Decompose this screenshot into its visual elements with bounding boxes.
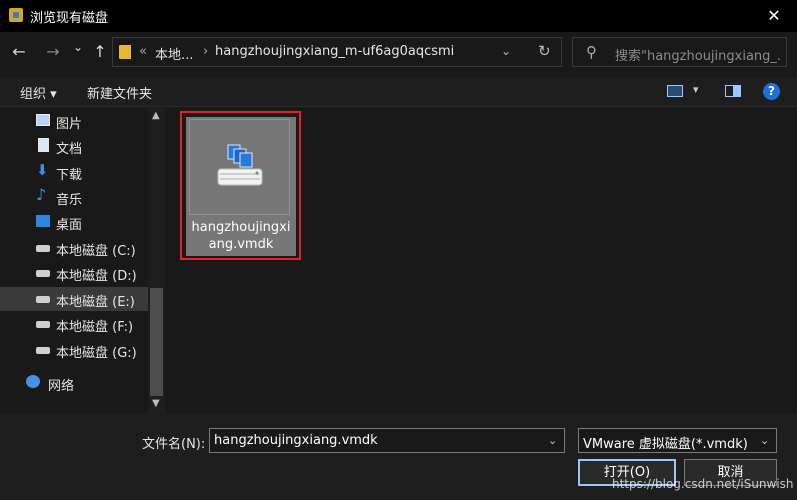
- breadcrumb-chevron-icon[interactable]: ›: [203, 44, 208, 59]
- sidebar-item-drive-f[interactable]: 本地磁盘 (F:): [0, 312, 148, 336]
- change-view-icon[interactable]: [667, 85, 683, 97]
- back-arrow-icon[interactable]: ←: [9, 42, 29, 61]
- filename-input[interactable]: hangzhoujingxiang.vmdk ⌄: [209, 428, 565, 453]
- download-icon: ⬇: [36, 161, 49, 179]
- sidebar-item-label: 音乐: [56, 193, 83, 208]
- vmware-disk-icon: [217, 144, 263, 186]
- scroll-down-icon[interactable]: ▼: [152, 398, 160, 409]
- pictures-icon: [36, 114, 50, 126]
- preview-pane-icon[interactable]: [725, 85, 741, 97]
- sidebar-item-drive-d[interactable]: 本地磁盘 (D:): [0, 261, 148, 285]
- recent-locations-icon[interactable]: ⌄: [68, 40, 88, 54]
- sidebar-item-label: 网络: [48, 379, 75, 394]
- sidebar-item-network[interactable]: 网络: [0, 371, 148, 395]
- system-drive-icon: [36, 245, 50, 252]
- sidebar-item-label: 下载: [56, 168, 83, 183]
- address-bar[interactable]: « 本地... › hangzhoujingxiang_m-uf6ag0aqcs…: [112, 37, 562, 67]
- refresh-icon[interactable]: ↻: [538, 42, 551, 60]
- title-bar: [0, 0, 797, 32]
- file-name-line1: hangzhoujingxi: [191, 220, 291, 235]
- file-name-line2: ang.vmdk: [208, 237, 274, 252]
- desktop-icon: [36, 215, 50, 227]
- up-arrow-icon[interactable]: ↑: [90, 42, 110, 61]
- scrollbar-thumb[interactable]: [150, 288, 163, 396]
- organize-button[interactable]: 组织 ▾: [20, 83, 57, 102]
- watermark: https://blog.csdn.net/iSunwish: [612, 477, 794, 491]
- sidebar-item-drive-g[interactable]: 本地磁盘 (G:): [0, 338, 148, 362]
- sidebar-item-label: 本地磁盘 (F:): [56, 320, 134, 335]
- filetype-select[interactable]: VMware 虚拟磁盘(*.vmdk) ⌄: [578, 428, 777, 453]
- sidebar-item-label: 本地磁盘 (G:): [56, 346, 137, 361]
- scroll-up-icon[interactable]: ▲: [152, 110, 160, 121]
- help-icon[interactable]: ?: [763, 83, 780, 100]
- sidebar-item-drive-c[interactable]: 本地磁盘 (C:): [0, 236, 148, 260]
- drive-icon: [36, 321, 50, 328]
- network-icon: [26, 375, 40, 388]
- search-placeholder: 搜索"hangzhoujingxiang_...: [615, 49, 780, 64]
- filename-dropdown-icon[interactable]: ⌄: [548, 434, 557, 447]
- drive-icon: [36, 270, 50, 277]
- sidebar-item-desktop[interactable]: 桌面: [0, 210, 148, 234]
- filetype-dropdown-icon[interactable]: ⌄: [760, 434, 769, 447]
- filename-value: hangzhoujingxiang.vmdk: [214, 433, 378, 448]
- app-icon: [9, 8, 23, 22]
- forward-arrow-icon[interactable]: →: [43, 42, 63, 61]
- sidebar-item-documents[interactable]: 文档: [0, 134, 148, 158]
- sidebar-item-label: 图片: [56, 117, 83, 132]
- search-icon: ⚲: [586, 43, 597, 61]
- address-dropdown-icon[interactable]: ⌄: [501, 44, 511, 58]
- breadcrumb-overflow-icon[interactable]: «: [139, 44, 147, 59]
- sidebar-item-drive-e[interactable]: 本地磁盘 (E:): [0, 287, 148, 311]
- view-options-dropdown-icon[interactable]: ▾: [693, 83, 699, 96]
- drive-icon: [36, 296, 50, 303]
- sidebar-item-music[interactable]: ♪ 音乐: [0, 185, 148, 209]
- breadcrumb-current-folder[interactable]: hangzhoujingxiang_m-uf6ag0aqcsmi...: [215, 44, 455, 59]
- folder-icon: [119, 45, 131, 59]
- drive-icon: [36, 347, 50, 354]
- sidebar-item-label: 本地磁盘 (E:): [56, 295, 135, 310]
- sidebar-item-pictures[interactable]: 图片: [0, 109, 148, 133]
- sidebar-item-label: 本地磁盘 (C:): [56, 244, 136, 259]
- filetype-value: VMware 虚拟磁盘(*.vmdk): [583, 437, 748, 452]
- filename-label: 文件名(N):: [142, 437, 206, 452]
- sidebar-item-label: 本地磁盘 (D:): [56, 269, 137, 284]
- documents-icon: [38, 138, 49, 152]
- sidebar-item-label: 文档: [56, 142, 83, 157]
- close-button[interactable]: ✕: [751, 0, 797, 32]
- new-folder-button[interactable]: 新建文件夹: [87, 83, 152, 102]
- search-input[interactable]: ⚲ 搜索"hangzhoujingxiang_...: [572, 37, 787, 67]
- window-title: 浏览现有磁盘: [30, 11, 109, 26]
- sidebar-item-label: 桌面: [56, 218, 83, 233]
- breadcrumb-local[interactable]: 本地...: [155, 44, 193, 63]
- music-icon: ♪: [36, 185, 47, 204]
- sidebar-item-downloads[interactable]: ⬇ 下载: [0, 160, 148, 184]
